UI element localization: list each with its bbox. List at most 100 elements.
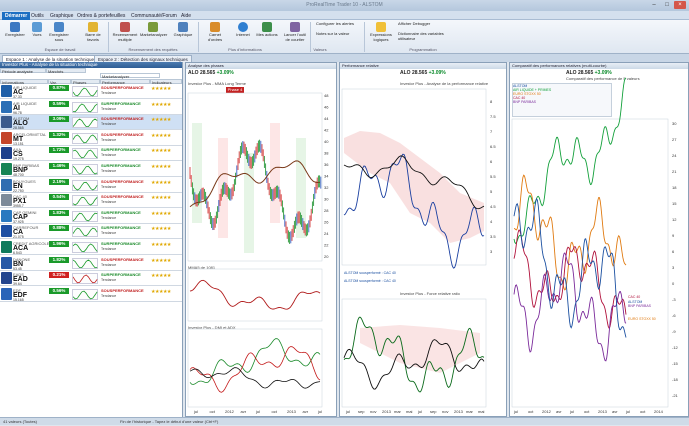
phase-band bbox=[296, 138, 306, 238]
table-row[interactable]: CAP GEMINI CAP 37.925 1.83% SURPERFORMANCE Te… bbox=[0, 209, 182, 224]
table-row[interactable]: EADS EAD 39.64 0.21% SURPERFORMANCE Tendance ★… bbox=[0, 271, 182, 287]
table-row[interactable]: EDF EDF 15.165 0.56% SOUSPERFORMANCE Tendance… bbox=[0, 287, 182, 302]
row-change: 0.87% bbox=[49, 85, 69, 91]
x-tick-label: avr bbox=[241, 409, 247, 414]
y-tick-label: 7 bbox=[490, 129, 493, 134]
chart-button[interactable]: Graphique bbox=[170, 22, 196, 46]
close-button[interactable]: × bbox=[674, 1, 686, 9]
x-tick-label: oct bbox=[584, 409, 590, 414]
performance-chart[interactable]: 87.576.565.554.543.53jul sep nov 2013 mar mai… bbox=[340, 63, 508, 418]
x-tick-label: 2014 bbox=[654, 409, 664, 414]
table-row[interactable]: CREDIT AGRICOLE ACA 6.543 1.96% SURPERFORMAN… bbox=[0, 240, 182, 255]
rating-stars: ★★★★★ bbox=[151, 210, 171, 217]
phases-chart[interactable]: 48 46 44 42 40 38 36 34 32 30 28 26 24 22 20 jul oct 2012… bbox=[186, 63, 338, 418]
table-row[interactable]: CAC 40 PX1 3955.7 0.54% SOUSPERFORMANCE Tenda… bbox=[0, 193, 182, 209]
y-tick-label: 36 bbox=[324, 162, 329, 167]
series-label: EURO STOXX 50 bbox=[628, 317, 656, 321]
row-tendance: Tendance bbox=[101, 215, 117, 220]
row-phase-chart bbox=[72, 195, 98, 207]
table-row[interactable]: AXA CS 19.275 1.72% SURPERFORMANCE Tendance ★★… bbox=[0, 146, 182, 162]
x-tick-label: sep bbox=[358, 409, 365, 414]
table-row[interactable]: DANONE BN 53.45 1.82% SOUSPERFORMANCE Tendanc… bbox=[0, 256, 182, 271]
menu-aide[interactable]: Aide bbox=[178, 12, 194, 20]
marketanalyzer-button[interactable]: Marketanalyzer bbox=[140, 22, 167, 46]
rating-stars: ★★★★★ bbox=[151, 101, 171, 108]
menu-graphique[interactable]: Graphique bbox=[47, 12, 76, 20]
row-phase-chart bbox=[72, 148, 98, 160]
company-logo bbox=[1, 225, 12, 238]
dmi-area bbox=[187, 328, 323, 408]
x-tick-label: jul bbox=[417, 409, 422, 414]
minimize-button[interactable]: – bbox=[648, 1, 660, 9]
tab-workspace-2[interactable]: Espace 2 : Détection des signaux techniq… bbox=[94, 55, 192, 62]
row-phase-chart bbox=[72, 101, 98, 113]
x-tick-label: 2013 bbox=[454, 409, 464, 414]
internet-button[interactable]: Internet bbox=[230, 22, 256, 46]
row-performance: SOUSPERFORMANCE bbox=[101, 287, 144, 293]
period-selector[interactable]: Période analysée bbox=[0, 68, 46, 74]
multi-screener-button[interactable]: Recensement multiple bbox=[112, 22, 138, 46]
group-values: Valeurs bbox=[313, 47, 327, 52]
performance-panel: Performance relative ALO 28.565 +3.09% I… bbox=[339, 62, 507, 417]
y-tick-label: 30 bbox=[324, 197, 329, 202]
save-as-button[interactable]: Enregistrer sous bbox=[46, 22, 72, 46]
y-tick-label: 3 bbox=[490, 249, 493, 254]
series-label: BNP PARIBAS bbox=[628, 304, 652, 308]
x-tick-label: jul bbox=[255, 409, 260, 414]
row-price: 48.700 bbox=[13, 173, 24, 177]
my-shares-button[interactable]: Mes actions bbox=[254, 22, 280, 46]
group-info: Plus d'informations bbox=[228, 47, 262, 52]
table-row[interactable]: AIR LIQUIDE AI 96.78 0.59% SURPERFORMANCE Ten… bbox=[0, 100, 182, 115]
table-row[interactable]: ALSTOM ALO 28.565 3.09% SOUSPERFORMANCE Tenda… bbox=[0, 115, 182, 131]
list-selector[interactable]: Marketanalyzer bbox=[100, 73, 160, 79]
y-tick-label: 42 bbox=[324, 128, 329, 133]
row-performance: SOUSPERFORMANCE bbox=[101, 194, 144, 200]
configure-alerts-button[interactable]: Configurer les alertes bbox=[316, 21, 356, 30]
broker-tool-button[interactable]: Lancer l'outil de courtier bbox=[282, 22, 308, 46]
rating-stars: ★★★★★ bbox=[151, 195, 171, 202]
row-change: 1.96% bbox=[49, 241, 69, 247]
table-row[interactable]: BNP PARIBAS BNP 48.700 1.46% SURPERFORMANCE T… bbox=[0, 162, 182, 177]
row-tendance: Tendance bbox=[101, 293, 117, 298]
compare-panel: Comparatif des performances relatives (m… bbox=[509, 62, 689, 417]
x-tick-label: 2012 bbox=[542, 409, 552, 414]
tab-workspace-1[interactable]: Espace 1 : Analyse de la situation techn… bbox=[2, 55, 99, 62]
x-tick-label: 2013 bbox=[287, 409, 297, 414]
logic-expressions-button[interactable]: Expressions logiques bbox=[368, 22, 394, 46]
table-row[interactable]: BOUYGUES EN 22.750 2.19% SOUSPERFORMANCE Tend… bbox=[0, 178, 182, 193]
y-tick-label: -21 bbox=[672, 393, 679, 398]
y-tick-label: 21 bbox=[672, 169, 677, 174]
phase-band bbox=[218, 138, 228, 238]
row-phase-chart bbox=[72, 242, 98, 253]
table-row[interactable]: ARCELORMITTAL MT 13.151 1.32% SOUSPERFORMANC… bbox=[0, 131, 182, 146]
dictionary-button[interactable]: Dictionnaire des variables utilisateur bbox=[398, 31, 444, 42]
row-tendance: Tendance bbox=[101, 247, 117, 251]
menu-demarrer[interactable]: Démarrer bbox=[2, 12, 31, 20]
notes-button[interactable]: Notes sur la valeur bbox=[316, 31, 356, 40]
favorites-bar-button[interactable]: Barre de favoris bbox=[80, 22, 106, 46]
menu-ordres[interactable]: Ordres & portefeuilles bbox=[74, 12, 128, 20]
menu-communaute[interactable]: Communauté/Forum bbox=[128, 12, 180, 20]
menu-outils[interactable]: Outils bbox=[28, 12, 47, 20]
order-book-button[interactable]: Carnet d'ordres bbox=[202, 22, 228, 46]
company-logo bbox=[1, 241, 12, 253]
company-logo bbox=[1, 209, 12, 222]
x-tick-label: jul bbox=[193, 409, 198, 414]
market-selector[interactable]: Marchés bbox=[46, 68, 86, 74]
x-tick-label: avr bbox=[556, 409, 562, 414]
rating-stars: ★★★★★ bbox=[151, 179, 171, 186]
debugger-button[interactable]: Afficher Debugger bbox=[398, 21, 444, 30]
star-icon bbox=[88, 22, 98, 32]
compare-chart[interactable]: 302724211815129630-3-6-9-12-15-18-21ALST… bbox=[510, 63, 689, 418]
maximize-button[interactable]: □ bbox=[661, 1, 673, 9]
company-logo bbox=[1, 131, 12, 144]
y-tick-label: 6 bbox=[672, 249, 675, 254]
table-row[interactable]: AIR LIQUIDE AC 37.33 0.87% SOUSPERFORMANCE Te… bbox=[0, 84, 182, 99]
row-tendance: Tendance bbox=[101, 153, 117, 158]
table-row[interactable]: CARREFOUR CA 21.075 0.88% SURPERFORMANCE Tend… bbox=[0, 224, 182, 240]
y-tick-label: 28 bbox=[324, 208, 329, 213]
y-tick-label: 22 bbox=[324, 243, 329, 248]
x-tick-label: oct bbox=[272, 409, 278, 414]
row-change: 0.54% bbox=[49, 194, 69, 201]
y-tick-label: 3 bbox=[672, 265, 675, 270]
